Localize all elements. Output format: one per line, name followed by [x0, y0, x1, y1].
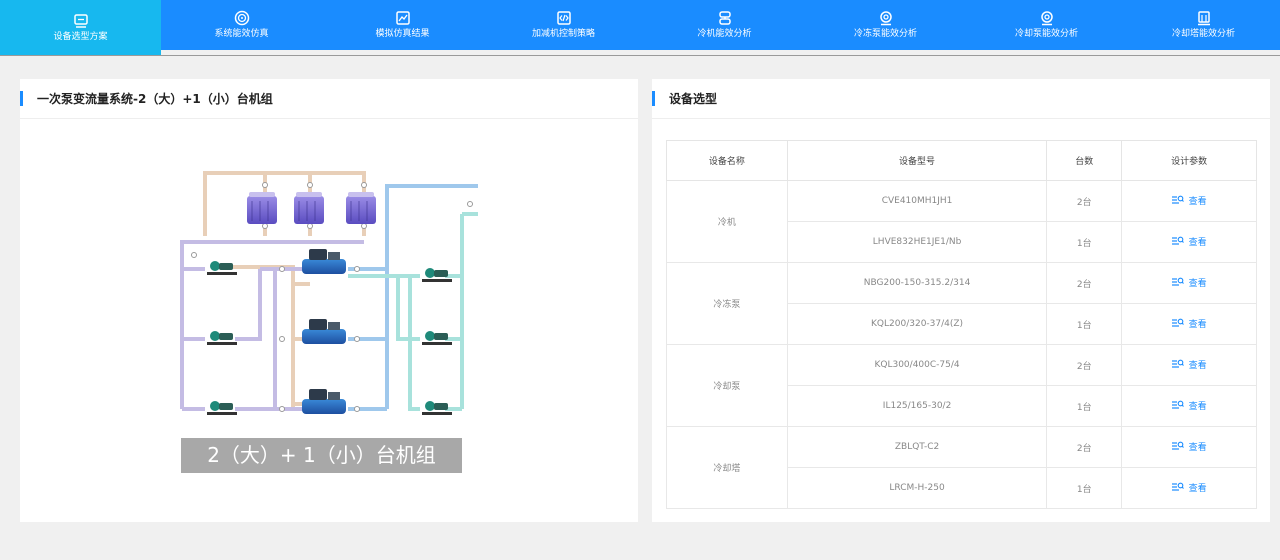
table-header-row: 设备名称 设备型号 台数 设计参数: [666, 140, 1257, 181]
equipment-name-cell: 冷却泵: [666, 344, 788, 427]
list-search-icon: [1171, 482, 1184, 491]
qty-cell: 1台: [1046, 467, 1123, 509]
view-button[interactable]: 查看: [1171, 481, 1207, 494]
code-icon: [556, 11, 571, 25]
qty-cell: 2台: [1046, 344, 1123, 386]
table-row: 冷冻泵 NBG200-150-315.2/314 2台 查看: [666, 262, 1257, 345]
list-search-icon: [1171, 236, 1184, 245]
model-cell: KQL200/320-37/4(Z): [786, 303, 1048, 345]
equipment-table: 设备名称 设备型号 台数 设计参数 冷机 CVE410MH1JH1 2台 查看 …: [666, 140, 1257, 509]
view-button[interactable]: 查看: [1171, 194, 1207, 207]
table-row: 冷机 CVE410MH1JH1 2台 查看: [666, 180, 1257, 263]
view-label: 查看: [1188, 442, 1207, 453]
header-equipment-model: 设备型号: [786, 140, 1048, 181]
qty-cell: 2台: [1046, 426, 1123, 468]
view-label: 查看: [1188, 360, 1207, 371]
tab-label: 系统能效仿真: [214, 29, 269, 39]
tab-label: 模拟仿真结果: [375, 29, 430, 39]
tab-label: 冷机能效分析: [697, 29, 752, 39]
model-cell: NBG200-150-315.2/314: [786, 262, 1048, 304]
equipment-selection-panel: 设备选型 设备名称 设备型号 台数 设计参数 冷机 CVE410MH1JH1 2…: [652, 79, 1270, 522]
nav-divider: [0, 55, 1280, 56]
list-search-icon: [1171, 441, 1184, 450]
tab-label: 冷却塔能效分析: [1171, 29, 1235, 39]
header-quantity: 台数: [1046, 140, 1123, 181]
view-label: 查看: [1188, 483, 1207, 494]
list-search-icon: [1171, 400, 1184, 409]
panel-title: 一次泵变流量系统-2（大）+1（小）台机组: [37, 92, 273, 106]
params-cell: 查看: [1121, 180, 1257, 222]
model-cell: IL125/165-30/2: [786, 385, 1048, 427]
params-cell: 查看: [1121, 221, 1257, 263]
list-search-icon: [1171, 318, 1184, 327]
diagram-caption: 2（大）+ 1（小）台机组: [181, 438, 462, 473]
piping-diagram: [180, 171, 478, 415]
view-button[interactable]: 查看: [1171, 317, 1207, 330]
view-button[interactable]: 查看: [1171, 440, 1207, 453]
params-cell: 查看: [1121, 262, 1257, 304]
spiral-icon: [234, 10, 249, 26]
tab-chiller-analysis[interactable]: 冷机能效分析: [644, 0, 805, 50]
tab-label: 加减机控制策略: [531, 29, 595, 39]
params-cell: 查看: [1121, 467, 1257, 509]
equipment-name-cell: 冷机: [666, 180, 788, 263]
list-search-icon: [1171, 277, 1184, 286]
title-accent-bar: [20, 91, 23, 106]
tab-label: 设备选型方案: [53, 31, 108, 42]
list-search-icon: [1171, 195, 1184, 204]
view-button[interactable]: 查看: [1171, 399, 1207, 412]
qty-cell: 1台: [1046, 385, 1123, 427]
panel-header: 一次泵变流量系统-2（大）+1（小）台机组: [20, 79, 638, 119]
list-search-icon: [1171, 359, 1184, 368]
view-label: 查看: [1188, 196, 1207, 207]
model-cell: LRCM-H-250: [786, 467, 1048, 509]
model-cell: CVE410MH1JH1: [786, 180, 1048, 222]
tab-system-simulation[interactable]: 系统能效仿真: [161, 0, 322, 50]
tab-cooling-pump-analysis[interactable]: 冷却泵能效分析: [966, 0, 1127, 50]
qty-cell: 2台: [1046, 262, 1123, 304]
qty-cell: 1台: [1046, 221, 1123, 263]
model-cell: KQL300/400C-75/4: [786, 344, 1048, 386]
tab-control-strategy[interactable]: 加减机控制策略: [483, 0, 644, 50]
qty-cell: 2台: [1046, 180, 1123, 222]
params-cell: 查看: [1121, 344, 1257, 386]
view-button[interactable]: 查看: [1171, 235, 1207, 248]
tab-label: 冷冻泵能效分析: [853, 29, 917, 39]
params-cell: 查看: [1121, 426, 1257, 468]
cooling-tower-icon: [247, 192, 277, 224]
header-equipment-name: 设备名称: [666, 140, 788, 181]
tab-chilled-pump-analysis[interactable]: 冷冻泵能效分析: [805, 0, 966, 50]
view-button[interactable]: 查看: [1171, 276, 1207, 289]
tower-icon: [1197, 11, 1210, 26]
chart-icon: [395, 11, 410, 25]
tab-cooling-tower-analysis[interactable]: 冷却塔能效分析: [1127, 0, 1280, 50]
equipment-name-cell: 冷却塔: [666, 426, 788, 509]
model-cell: ZBLQT-C2: [786, 426, 1048, 468]
tab-equipment-selection[interactable]: 设备选型方案: [0, 0, 161, 55]
view-label: 查看: [1188, 237, 1207, 248]
pump-icon: [1040, 11, 1053, 26]
table-row: 冷却泵 KQL300/400C-75/4 2台 查看: [666, 344, 1257, 427]
pump-icon: [879, 11, 892, 26]
params-cell: 查看: [1121, 385, 1257, 427]
panel-title: 设备选型: [669, 92, 718, 106]
tab-simulation-results[interactable]: 模拟仿真结果: [322, 0, 483, 50]
top-navigation: 设备选型方案 系统能效仿真 模拟仿真结果 加减机控制策略 冷机能效分析 冷冻泵能…: [0, 0, 1280, 55]
header-design-params: 设计参数: [1121, 140, 1257, 181]
table-row: 冷却塔 ZBLQT-C2 2台 查看: [666, 426, 1257, 509]
model-cell: LHVE832HE1JE1/Nb: [786, 221, 1048, 263]
params-cell: 查看: [1121, 303, 1257, 345]
monitor-icon: [73, 13, 88, 28]
view-label: 查看: [1188, 401, 1207, 412]
tab-label: 冷却泵能效分析: [1014, 29, 1078, 39]
system-diagram-panel: 一次泵变流量系统-2（大）+1（小）台机组 2（大）+ 1（小）台机组: [20, 79, 638, 522]
panel-header: 设备选型: [652, 79, 1270, 119]
title-accent-bar: [652, 91, 655, 106]
qty-cell: 1台: [1046, 303, 1123, 345]
chiller-icon: [718, 11, 731, 25]
view-label: 查看: [1188, 278, 1207, 289]
view-label: 查看: [1188, 319, 1207, 330]
view-button[interactable]: 查看: [1171, 358, 1207, 371]
equipment-name-cell: 冷冻泵: [666, 262, 788, 345]
